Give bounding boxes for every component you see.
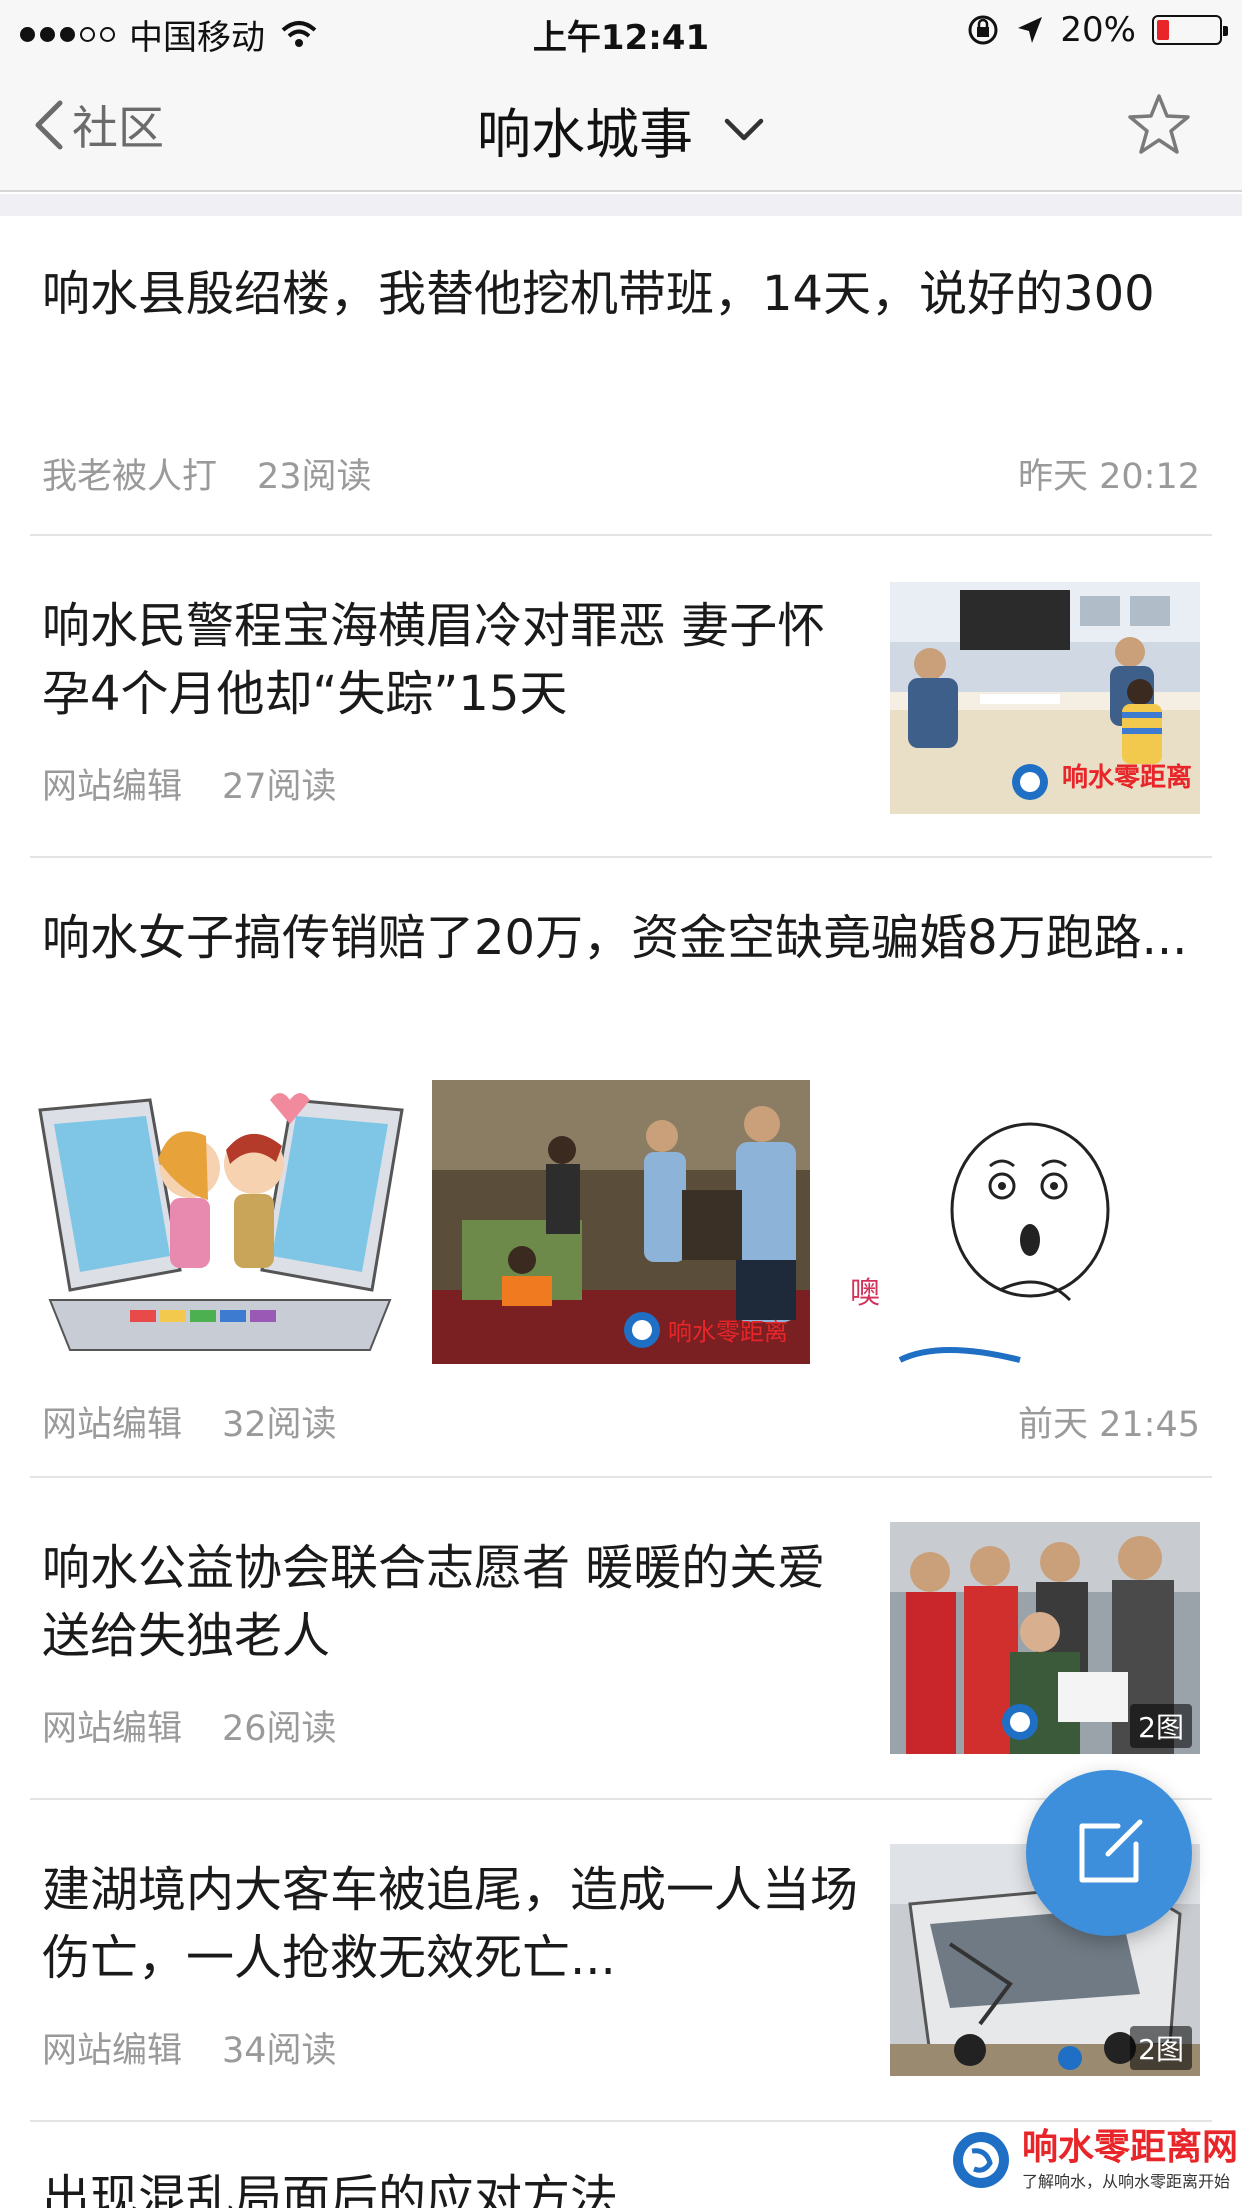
feed-item-thumbnail: 响水零距离 <box>890 582 1200 814</box>
feed-item-meta: 我老被人打 23阅读 <box>42 448 372 499</box>
chevron-down-icon <box>724 118 764 140</box>
meme-caption: 噢 <box>850 1276 880 1311</box>
feed-item-reads: 34阅读 <box>222 2031 337 2071</box>
nav-title-switcher[interactable]: 响水城事 <box>0 90 1242 169</box>
feed-item-title: 响水县殷绍楼，我替他挖机带班，14天，说好的300 <box>42 266 1155 322</box>
image-count-badge: 2图 <box>1130 2026 1192 2070</box>
feed-item-title: 响水女子搞传销赔了20万，资金空缺竟骗婚8万跑路... <box>42 910 1188 966</box>
feed-item[interactable]: 响水女子搞传销赔了20万，资金空缺竟骗婚8万跑路... 响水零距离 噢 网站编辑… <box>30 858 1212 1478</box>
location-arrow-icon <box>1018 17 1043 43</box>
feed-item-time: 前天 21:45 <box>1018 1405 1200 1445</box>
site-name: 响水零距离网 <box>1022 2127 1239 2168</box>
feed-item[interactable]: 响水民警程宝海横眉冷对罪恶 妻子怀孕4个月他却“失踪”15天 网站编辑 27阅读 … <box>30 536 1212 858</box>
feed-item-author: 网站编辑 <box>42 1405 183 1445</box>
site-brand-text: 响水零距离网 了解响水，从响水零距离开始 <box>1022 2128 1238 2192</box>
feed-item-meta: 网站编辑 26阅读 <box>42 1700 337 1751</box>
feed-item-image-grid: 响水零距离 噢 <box>30 1080 1212 1364</box>
site-logo-icon <box>953 2132 1009 2188</box>
site-tagline: 了解响水，从响水零距离开始 <box>1022 2172 1231 2191</box>
status-right: 20% <box>966 10 1228 50</box>
page-title: 响水城事 <box>477 103 693 166</box>
feed-item-author: 网站编辑 <box>42 767 183 807</box>
compose-post-button[interactable] <box>1026 1770 1192 1936</box>
feed-item[interactable]: 响水公益协会联合志愿者 暖暖的关爱送给失独老人 网站编辑 26阅读 2图 <box>30 1478 1212 1800</box>
site-watermark: 响水零距离网 了解响水，从响水零距离开始 <box>950 2128 1238 2192</box>
feed-item-title: 响水民警程宝海横眉冷对罪恶 妻子怀孕4个月他却“失踪”15天 <box>42 598 826 722</box>
feed-item-title: 建湖境内大客车被追尾，造成一人当场伤亡，一人抢救无效死亡... <box>42 1862 859 1986</box>
section-divider <box>0 194 1242 216</box>
feed-item-reads: 32阅读 <box>222 1405 337 1445</box>
status-bar: 中国移动 上午12:41 20% <box>0 0 1242 62</box>
feed-item-time: 昨天 20:12 <box>1018 457 1200 497</box>
image-count-badge: 2图 <box>1130 1704 1192 1748</box>
feed-item-meta: 网站编辑 32阅读 <box>42 1396 337 1447</box>
feed-item-meta: 网站编辑 34阅读 <box>42 2022 337 2073</box>
rotation-lock-icon <box>968 15 998 45</box>
feed-item-meta: 网站编辑 27阅读 <box>42 758 337 809</box>
cartoon-kiss-image <box>30 1080 412 1364</box>
star-icon <box>1128 94 1190 154</box>
feed-item[interactable]: 响水县殷绍楼，我替他挖机带班，14天，说好的300 我老被人打 23阅读 昨天 2… <box>30 216 1212 536</box>
svg-text:响水零距离: 响水零距离 <box>668 1318 788 1346</box>
battery-percent: 20% <box>1060 10 1136 50</box>
feed-item-author: 网站编辑 <box>42 1709 183 1749</box>
nav-bar: 社区 响水城事 <box>0 62 1242 192</box>
feed-item-reads: 23阅读 <box>257 457 372 497</box>
compose-icon <box>1079 1819 1143 1883</box>
surprised-face-drawing <box>830 1080 1212 1364</box>
favorite-button[interactable] <box>1126 92 1192 160</box>
feed-item-author: 网站编辑 <box>42 2031 183 2071</box>
feed-item-reads: 27阅读 <box>222 767 337 807</box>
feed-item-title: 响水公益协会联合志愿者 暖暖的关爱送给失独老人 <box>42 1540 826 1664</box>
meme-image: 噢 <box>830 1080 1212 1364</box>
feed-item-reads: 26阅读 <box>222 1709 337 1749</box>
thumbnail-watermark: 响水零距离 <box>1061 763 1192 793</box>
feed-item-thumbnail: 2图 <box>890 1522 1200 1754</box>
battery-icon <box>1152 15 1228 45</box>
feed-item-author: 我老被人打 <box>42 457 218 497</box>
police-raid-photo: 响水零距离 <box>432 1080 810 1364</box>
